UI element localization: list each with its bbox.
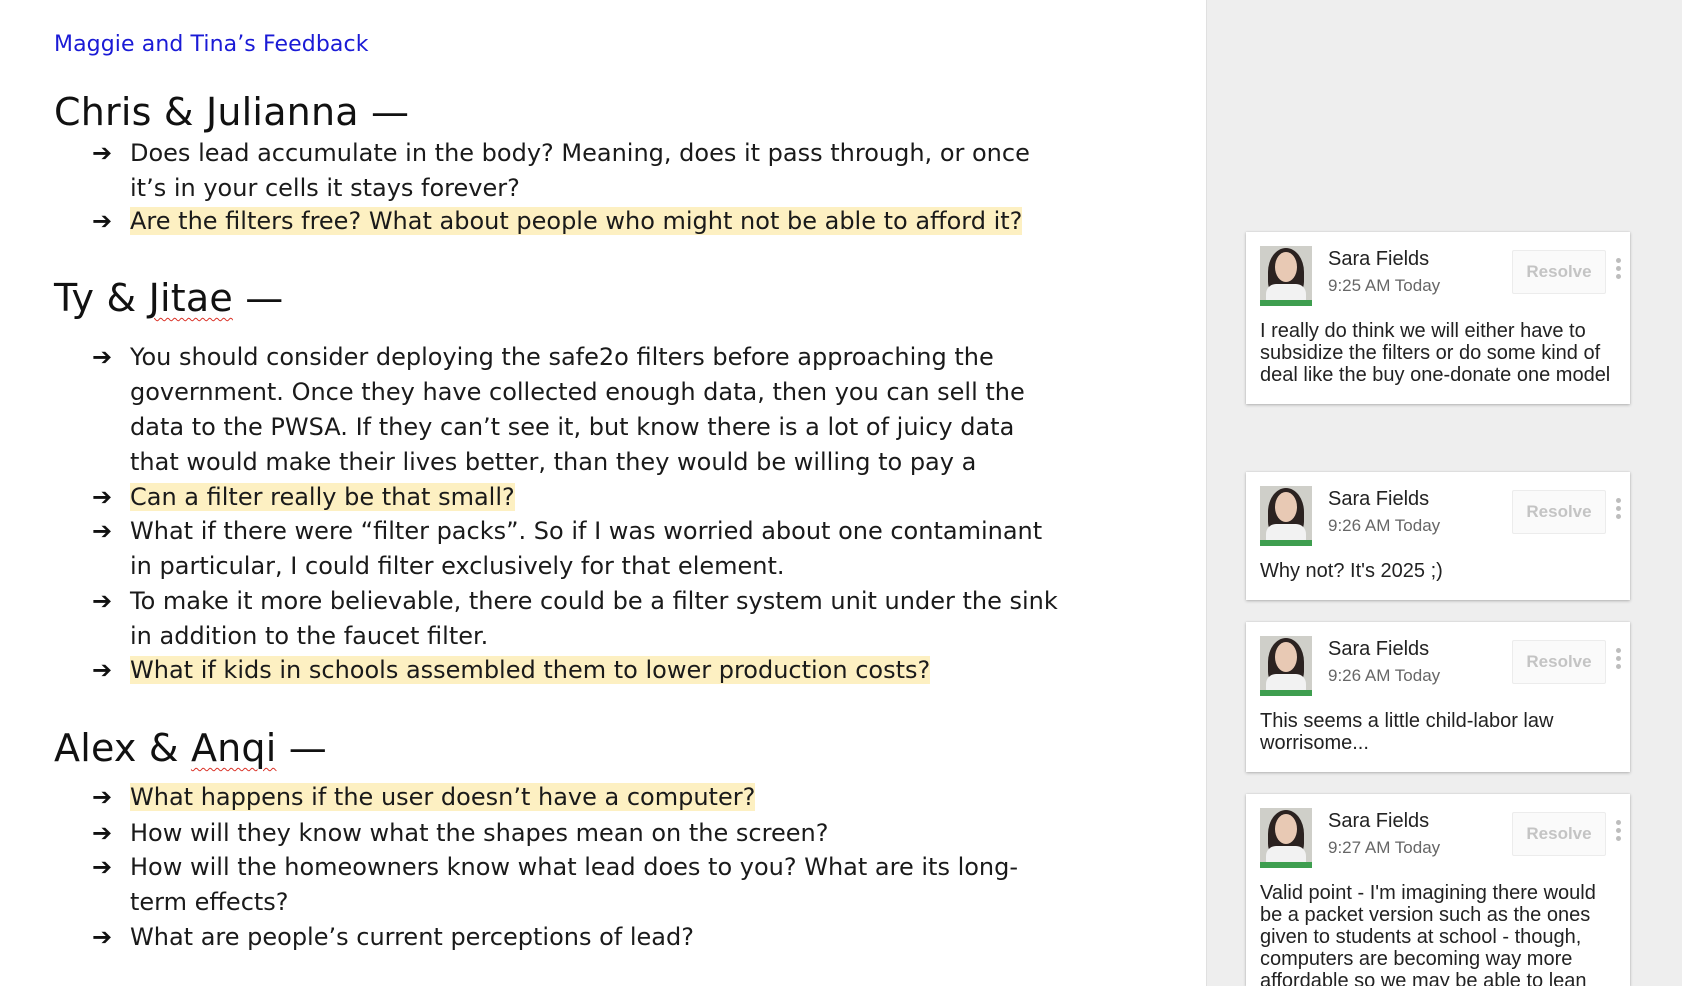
section-heading-chris-julianna: Chris & Julianna — <box>54 90 410 134</box>
highlighted-comment-text[interactable]: Can a filter really be that small? <box>130 483 515 511</box>
arrow-bullet-icon: ➔ <box>92 517 113 545</box>
arrow-bullet-icon: ➔ <box>92 853 113 881</box>
list-item: ➔ Are the filters free? What about peopl… <box>92 204 1062 239</box>
misspelled-word[interactable]: Jitae <box>149 276 233 320</box>
comment-timestamp: 9:27 AM Today <box>1328 838 1441 857</box>
comment-text: This seems a little child-labor law worr… <box>1260 710 1554 754</box>
comment-card[interactable]: Sara Fields 9:26 AM Today Resolve Why no… <box>1246 472 1630 600</box>
arrow-bullet-icon: ➔ <box>92 819 113 847</box>
avatar <box>1260 486 1312 546</box>
arrow-bullet-icon: ➔ <box>92 783 113 811</box>
bullet-text: Does lead accumulate in the body? Meanin… <box>130 139 1030 202</box>
comment-timestamp: 9:26 AM Today <box>1328 666 1441 685</box>
list-item: ➔ Can a filter really be that small? <box>92 480 1062 515</box>
document-page: Maggie and Tina’s Feedback Chris & Julia… <box>0 0 1206 986</box>
comment-card[interactable]: Sara Fields 9:25 AM Today Resolve I real… <box>1246 232 1630 404</box>
more-options-icon[interactable] <box>1616 498 1622 524</box>
comment-author: Sara Fields <box>1328 810 1430 832</box>
arrow-bullet-icon: ➔ <box>92 656 113 684</box>
more-options-icon[interactable] <box>1616 820 1622 846</box>
list-item: ➔ Does lead accumulate in the body? Mean… <box>92 136 1062 206</box>
more-options-icon[interactable] <box>1616 648 1622 674</box>
comment-text: Why not? It's 2025 ;) <box>1260 560 1443 582</box>
comment-author: Sara Fields <box>1328 248 1430 270</box>
resolve-button[interactable]: Resolve <box>1512 812 1606 856</box>
comment-card[interactable]: Sara Fields 9:27 AM Today Resolve Valid … <box>1246 794 1630 986</box>
more-options-icon[interactable] <box>1616 258 1622 284</box>
bullet-text: How will the homeowners know what lead d… <box>130 853 1019 916</box>
misspelled-word[interactable]: Anqi <box>191 726 277 770</box>
highlighted-comment-text[interactable]: What if kids in schools assembled them t… <box>130 656 931 684</box>
bullet-text: How will they know what the shapes mean … <box>130 819 829 847</box>
avatar <box>1260 636 1312 696</box>
arrow-bullet-icon: ➔ <box>92 587 113 615</box>
list-item: ➔ To make it more believable, there coul… <box>92 584 1062 654</box>
highlighted-comment-text[interactable]: Are the filters free? What about people … <box>130 207 1023 235</box>
list-item: ➔ What happens if the user doesn’t have … <box>92 780 1062 815</box>
list-item: ➔ What if kids in schools assembled them… <box>92 653 1062 688</box>
section-heading-ty-jitae: Ty & Jitae — <box>54 276 284 320</box>
resolve-button[interactable]: Resolve <box>1512 640 1606 684</box>
list-item: ➔ How will the homeowners know what lead… <box>92 850 1062 920</box>
comment-text: Valid point - I'm imagining there would … <box>1260 882 1596 986</box>
list-item: ➔ What are people’s current perceptions … <box>92 920 1062 955</box>
resolve-button[interactable]: Resolve <box>1512 250 1606 294</box>
avatar <box>1260 808 1312 868</box>
list-item: ➔ What if there were “filter packs”. So … <box>92 514 1062 584</box>
list-item: ➔ How will they know what the shapes mea… <box>92 816 1062 851</box>
arrow-bullet-icon: ➔ <box>92 139 113 167</box>
bullet-text: What if there were “filter packs”. So if… <box>130 517 1043 580</box>
comment-card[interactable]: Sara Fields 9:26 AM Today Resolve This s… <box>1246 622 1630 772</box>
bullet-text: What are people’s current perceptions of… <box>130 923 694 951</box>
avatar <box>1260 246 1312 306</box>
comment-timestamp: 9:25 AM Today <box>1328 276 1441 295</box>
section-heading-alex-anqi: Alex & Anqi — <box>54 726 327 770</box>
bullet-text: To make it more believable, there could … <box>130 587 1058 650</box>
comment-author: Sara Fields <box>1328 488 1430 510</box>
highlighted-comment-text[interactable]: What happens if the user doesn’t have a … <box>130 783 756 811</box>
arrow-bullet-icon: ➔ <box>92 483 113 511</box>
resolve-button[interactable]: Resolve <box>1512 490 1606 534</box>
comment-timestamp: 9:26 AM Today <box>1328 516 1441 535</box>
comment-text: I really do think we will either have to… <box>1260 320 1611 386</box>
feedback-link[interactable]: Maggie and Tina’s Feedback <box>54 32 369 57</box>
comment-author: Sara Fields <box>1328 638 1430 660</box>
arrow-bullet-icon: ➔ <box>92 207 113 235</box>
arrow-bullet-icon: ➔ <box>92 923 113 951</box>
